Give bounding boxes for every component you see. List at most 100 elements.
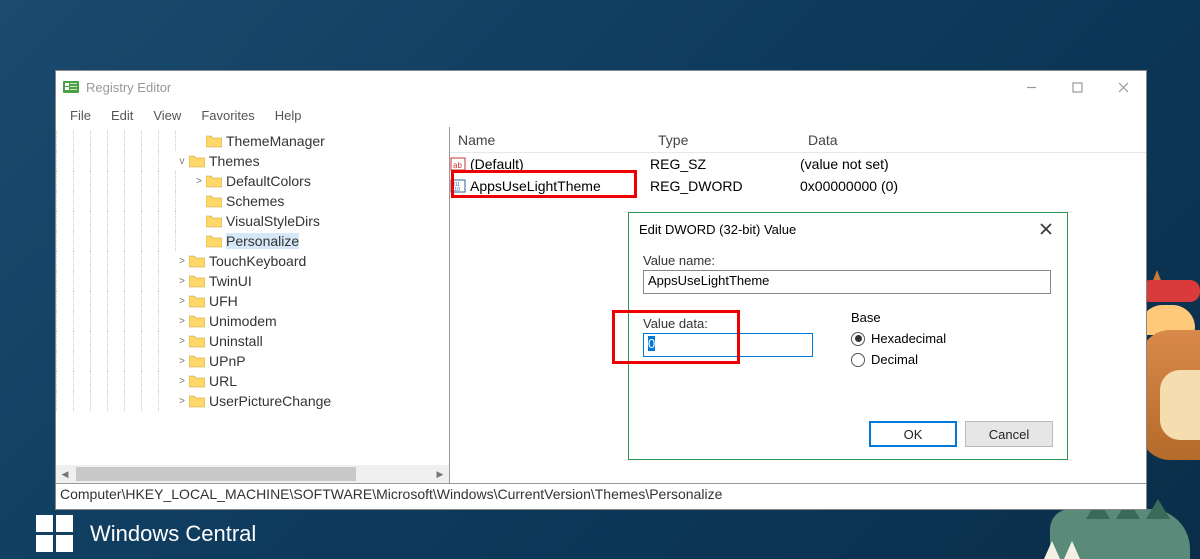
folder-icon [189,394,205,408]
titlebar: Registry Editor [56,71,1146,103]
folder-icon [206,234,222,248]
dialog-close-button[interactable] [1035,218,1057,240]
tree-item-label: Unimodem [209,313,277,329]
tree-item[interactable]: > DefaultColors [56,171,449,191]
tree-item[interactable]: v Themes [56,151,449,171]
value-name: (Default) [470,156,524,172]
dialog-title: Edit DWORD (32-bit) Value [639,222,1035,237]
expander-icon[interactable]: v [175,156,189,167]
tree-item-label: UPnP [209,353,246,369]
brand-text: Windows Central [90,521,256,547]
col-name[interactable]: Name [450,132,650,148]
tree-hscrollbar[interactable]: ◀ ▶ [56,465,449,483]
value-data-field[interactable]: 0 [643,333,813,357]
edit-dword-dialog: Edit DWORD (32-bit) Value Value name: Ap… [628,212,1068,460]
tree-item[interactable]: >UserPictureChange [56,391,449,411]
folder-icon [206,194,222,208]
scroll-left-button[interactable]: ◀ [56,465,74,483]
brand-watermark: Windows Central [36,515,256,553]
tree-item-label: Uninstall [209,333,263,349]
folder-icon [189,334,205,348]
tree-item[interactable]: > TwinUI [56,271,449,291]
value-type: REG_DWORD [650,178,800,194]
expander-icon[interactable]: > [175,336,189,347]
value-name-field[interactable]: AppsUseLightTheme [643,270,1051,294]
value-data: 0x00000000 (0) [800,178,1146,194]
radio-decimal[interactable]: Decimal [851,352,946,367]
tree-item-label: VisualStyleDirs [226,213,320,229]
folder-icon [189,294,205,308]
value-name-label: Value name: [643,253,1053,268]
dialog-titlebar: Edit DWORD (32-bit) Value [629,213,1067,245]
folder-icon [189,374,205,388]
folder-icon [206,134,222,148]
expander-icon[interactable] [192,236,206,247]
tree-item-label: ThemeManager [226,133,325,149]
menu-view[interactable]: View [143,106,191,125]
tree-item-label: URL [209,373,237,389]
expander-icon[interactable]: > [192,176,206,187]
close-button[interactable] [1100,73,1146,101]
tree-item-label: UFH [209,293,238,309]
tree-item[interactable]: > URL [56,371,449,391]
regedit-icon [62,78,80,96]
tree-item[interactable]: > UFH [56,291,449,311]
svg-text:ab: ab [453,161,462,170]
tree-item-label: DefaultColors [226,173,311,189]
expander-icon[interactable]: > [175,396,189,407]
tree-item[interactable]: Personalize [56,231,449,251]
tree-item[interactable]: ThemeManager [56,131,449,151]
tree-item-label: Schemes [226,193,284,209]
expander-icon[interactable]: > [175,316,189,327]
expander-icon[interactable]: > [175,256,189,267]
dword-value-icon: 011110 [450,178,466,194]
expander-icon[interactable]: > [175,276,189,287]
maximize-button[interactable] [1054,73,1100,101]
list-row[interactable]: ab(Default)REG_SZ(value not set) [450,153,1146,175]
list-row[interactable]: 011110AppsUseLightTheme REG_DWORD0x000000… [450,175,1146,197]
minimize-button[interactable] [1008,73,1054,101]
windows-logo-icon [36,515,74,553]
value-name: AppsUseLightTheme [470,178,601,194]
tree-item-label: TouchKeyboard [209,253,306,269]
window-title: Registry Editor [86,80,1008,95]
folder-icon [189,354,205,368]
folder-icon [189,314,205,328]
tree-item[interactable]: VisualStyleDirs [56,211,449,231]
value-data-label: Value data: [643,316,851,331]
scroll-thumb[interactable] [76,467,356,481]
string-value-icon: ab [450,156,466,172]
scroll-right-button[interactable]: ▶ [431,465,449,483]
value-type: REG_SZ [650,156,800,172]
col-data[interactable]: Data [800,132,1146,148]
radio-icon [851,332,865,346]
radio-hexadecimal[interactable]: Hexadecimal [851,331,946,346]
col-type[interactable]: Type [650,132,800,148]
menubar: File Edit View Favorites Help [56,103,1146,127]
tree-item-label: Themes [209,153,260,169]
tree-item[interactable]: Schemes [56,191,449,211]
expander-icon[interactable]: > [175,296,189,307]
tree-pane[interactable]: ThemeManagervThemes>DefaultColors Scheme… [56,127,450,483]
expander-icon[interactable] [192,216,206,227]
folder-icon [189,274,205,288]
menu-help[interactable]: Help [265,106,312,125]
tree-item[interactable]: > Unimodem [56,311,449,331]
expander-icon[interactable] [192,196,206,207]
svg-text:110: 110 [452,187,460,193]
base-group-label: Base [851,310,946,325]
folder-icon [206,214,222,228]
tree-item[interactable]: > Uninstall [56,331,449,351]
expander-icon[interactable] [192,136,206,147]
tree-item[interactable]: > UPnP [56,351,449,371]
menu-edit[interactable]: Edit [101,106,143,125]
expander-icon[interactable]: > [175,376,189,387]
expander-icon[interactable]: > [175,356,189,367]
menu-favorites[interactable]: Favorites [191,106,264,125]
cancel-button[interactable]: Cancel [965,421,1053,447]
menu-file[interactable]: File [60,106,101,125]
tree-item-label: TwinUI [209,273,252,289]
tree-item[interactable]: > TouchKeyboard [56,251,449,271]
folder-icon [189,154,205,168]
ok-button[interactable]: OK [869,421,957,447]
